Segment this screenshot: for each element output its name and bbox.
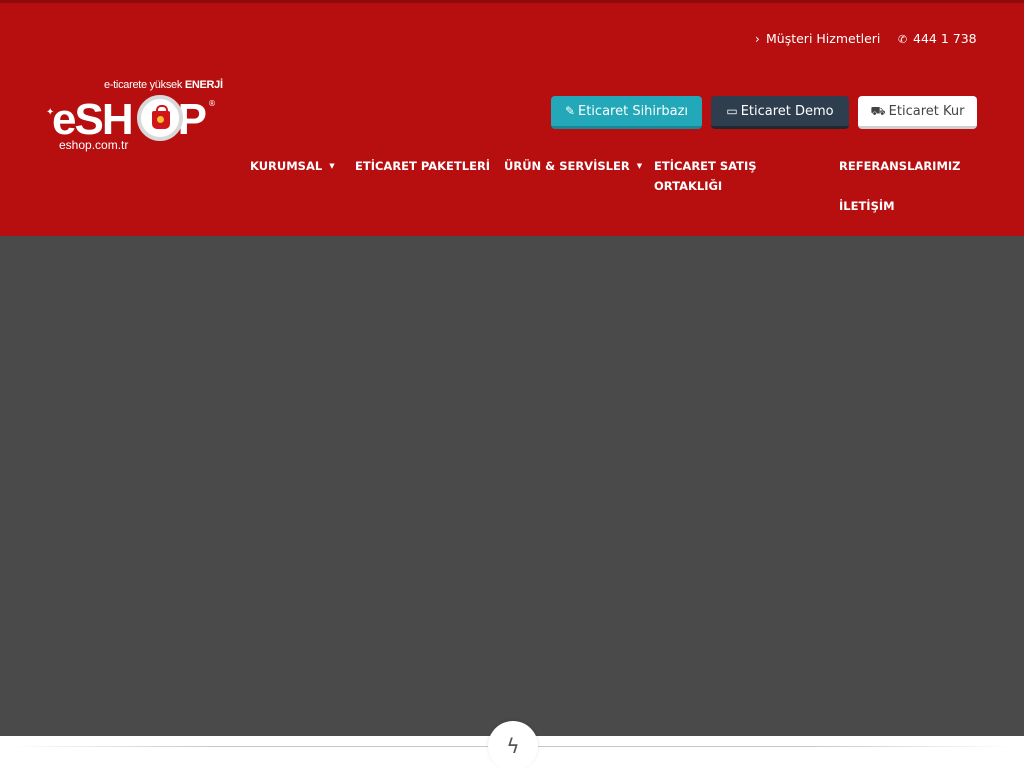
wizard-label: Eticaret Sihirbazı xyxy=(578,104,689,119)
nav-item-satis-ortakligi[interactable]: ETİCARET SATIŞ ORTAKLIĞI xyxy=(654,156,764,196)
nav-item-eticaret-paketleri[interactable]: ETİCARET PAKETLERİ xyxy=(355,156,490,176)
eticaret-demo-button[interactable]: ▭ Eticaret Demo xyxy=(711,96,849,129)
nav-item-kurumsal[interactable]: KURUMSAL ▼ xyxy=(250,156,335,176)
eshop-logo[interactable]: ✦ e-ticarete yüksek ENERJİ eSH P ® eshop.… xyxy=(46,77,223,157)
nav-item-referanslarimiz[interactable]: REFERANSLARIMIZ xyxy=(839,156,961,176)
lightning-bolt-icon: ϟ xyxy=(506,734,520,758)
caret-down-icon: ▼ xyxy=(636,162,643,170)
hero-slider[interactable] xyxy=(0,236,1024,736)
cart-icon: ⛟ xyxy=(870,104,886,118)
caret-down-icon: ▼ xyxy=(329,162,335,170)
install-label: Eticaret Kur xyxy=(888,104,965,119)
divider-badge: ϟ xyxy=(488,721,538,768)
nav-item-iletisim[interactable]: İLETİŞİM xyxy=(839,196,895,216)
logo-tagline: e-ticarete yüksek ENERJİ xyxy=(104,79,223,91)
customer-service-link[interactable]: › Müşteri Hizmetleri xyxy=(755,27,885,51)
shopping-bag-icon xyxy=(137,95,183,141)
nav-label: ETİCARET SATIŞ ORTAKLIĞI xyxy=(654,159,757,193)
monitor-icon: ▭ xyxy=(726,104,738,118)
chevron-right-icon: › xyxy=(755,32,760,46)
magic-wand-icon: ✎ xyxy=(564,104,575,118)
nav-label: ÜRÜN & SERVİSLER xyxy=(504,159,630,173)
nav-label: REFERANSLARIMIZ xyxy=(839,159,961,173)
phone-icon: ✆ xyxy=(898,33,908,46)
eticaret-wizard-button[interactable]: ✎ Eticaret Sihirbazı xyxy=(551,96,702,129)
phone-link[interactable]: ✆ 444 1 738 xyxy=(898,27,977,52)
nav-item-urun-servisler[interactable]: ÜRÜN & SERVİSLER ▼ xyxy=(504,156,642,176)
logo-registered-mark: ® xyxy=(208,99,216,108)
nav-label: ETİCARET PAKETLERİ xyxy=(355,159,491,173)
demo-label: Eticaret Demo xyxy=(740,104,834,119)
eticaret-install-button[interactable]: ⛟ Eticaret Kur xyxy=(858,96,977,129)
nav-label: İLETİŞİM xyxy=(839,199,895,213)
logo-site-url: eshop.com.tr xyxy=(59,138,129,152)
nav-label: KURUMSAL xyxy=(250,159,323,173)
customer-service-label: Müşteri Hizmetleri xyxy=(766,31,881,46)
phone-number: 444 1 738 xyxy=(913,31,977,46)
